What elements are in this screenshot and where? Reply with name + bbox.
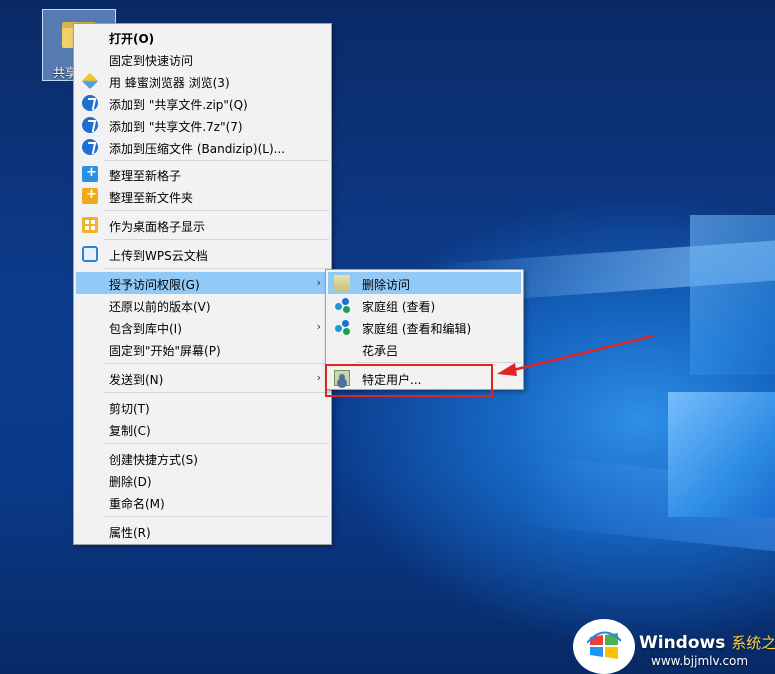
menu-item-label: 添加到压缩文件 (Bandizip)(L)... <box>109 142 286 156</box>
menu-item-label: 整理至新格子 <box>109 169 182 183</box>
watermark-title: Windows 系统之家 <box>639 632 775 653</box>
wps-cloud-icon <box>82 246 98 262</box>
menu-separator <box>104 210 329 211</box>
menu-separator <box>104 268 329 269</box>
menu-item-label: 固定到快速访问 <box>109 54 194 68</box>
menu-item-copy[interactable]: 复制(C) <box>76 418 329 440</box>
menu-item-add-7z[interactable]: 添加到 "共享文件.7z"(7) <box>76 114 329 136</box>
menu-item-label: 作为桌面格子显示 <box>109 220 206 234</box>
watermark-title-en: Windows <box>639 633 726 653</box>
menu-item-label: 打开(O) <box>109 32 155 46</box>
highlight-box <box>325 364 493 397</box>
submenu-item-homegroup-edit[interactable]: 家庭组 (查看和编辑) <box>328 316 521 338</box>
menu-item-delete[interactable]: 删除(D) <box>76 469 329 491</box>
menu-item-add-archive[interactable]: 添加到压缩文件 (Bandizip)(L)... <box>76 136 329 158</box>
watermark-bubble <box>573 619 635 674</box>
menu-separator <box>104 443 329 444</box>
submenu-item-homegroup-view[interactable]: 家庭组 (查看) <box>328 294 521 316</box>
menu-item-properties[interactable]: 属性(R) <box>76 520 329 542</box>
watermark: Windows 系统之家 www.bjjmlv.com <box>573 619 775 674</box>
homegroup-icon <box>334 297 350 313</box>
chevron-right-icon: › <box>316 320 321 333</box>
menu-item-label: 重命名(M) <box>109 497 165 511</box>
homegroup-icon <box>334 319 350 335</box>
menu-item-label: 添加到 "共享文件.zip"(Q) <box>109 98 248 112</box>
menu-item-label: 创建快捷方式(S) <box>109 453 198 467</box>
menu-item-rename[interactable]: 重命名(M) <box>76 491 329 513</box>
windows-logo-icon <box>587 631 621 659</box>
windows-logo-pane <box>690 215 775 375</box>
menu-item-label: 属性(R) <box>109 526 151 540</box>
menu-separator <box>104 239 329 240</box>
menu-item-label: 还原以前的版本(V) <box>109 300 211 314</box>
menu-item-label: 添加到 "共享文件.7z"(7) <box>109 120 243 134</box>
menu-item-pin-start[interactable]: 固定到"开始"屏幕(P) <box>76 338 329 360</box>
menu-item-label: 花承吕 <box>362 344 399 358</box>
submenu-item-user[interactable]: 花承吕 <box>328 338 521 360</box>
menu-item-pin-quick-access[interactable]: 固定到快速访问 <box>76 48 329 70</box>
bandizip-icon <box>82 117 98 133</box>
menu-item-label: 固定到"开始"屏幕(P) <box>109 344 221 358</box>
menu-item-honeyview[interactable]: 用 蜂蜜浏览器 浏览(3) <box>76 70 329 92</box>
menu-item-label: 包含到库中(I) <box>109 322 182 336</box>
menu-item-give-access[interactable]: 授予访问权限(G) › <box>76 272 329 294</box>
menu-item-label: 整理至新文件夹 <box>109 191 194 205</box>
menu-item-label: 删除访问 <box>362 278 411 292</box>
pointer-arrow <box>497 334 654 376</box>
submenu-item-remove-access[interactable]: 删除访问 <box>328 272 521 294</box>
add-box-blue-icon <box>82 165 98 182</box>
watermark-url: www.bjjmlv.com <box>651 654 749 668</box>
menu-separator <box>104 516 329 517</box>
menu-separator <box>104 392 329 393</box>
menu-separator <box>104 160 329 161</box>
menu-item-label: 剪切(T) <box>109 402 150 416</box>
menu-item-add-zip[interactable]: 添加到 "共享文件.zip"(Q) <box>76 92 329 114</box>
add-box-yellow-icon <box>82 187 98 204</box>
bandizip-icon <box>82 95 98 111</box>
menu-item-label: 授予访问权限(G) <box>109 278 200 292</box>
menu-item-new-folder[interactable]: 整理至新文件夹 <box>76 185 329 207</box>
menu-item-label: 家庭组 (查看和编辑) <box>362 322 472 336</box>
menu-item-label: 家庭组 (查看) <box>362 300 436 314</box>
honeyview-icon <box>81 72 99 90</box>
menu-item-label: 删除(D) <box>109 475 152 489</box>
context-menu: 打开(O) 固定到快速访问 用 蜂蜜浏览器 浏览(3) 添加到 "共享文件.zi… <box>73 23 332 545</box>
menu-item-label: 用 蜂蜜浏览器 浏览(3) <box>109 76 230 90</box>
menu-item-label: 上传到WPS云文档 <box>109 249 208 263</box>
windows-logo-pane <box>668 392 775 517</box>
menu-item-restore-versions[interactable]: 还原以前的版本(V) <box>76 294 329 316</box>
menu-item-include-library[interactable]: 包含到库中(I) › <box>76 316 329 338</box>
menu-item-wps-upload[interactable]: 上传到WPS云文档 <box>76 243 329 265</box>
menu-item-label: 发送到(N) <box>109 373 164 387</box>
menu-item-cut[interactable]: 剪切(T) <box>76 396 329 418</box>
menu-item-open[interactable]: 打开(O) <box>76 26 329 48</box>
menu-item-send-to[interactable]: 发送到(N) › <box>76 367 329 389</box>
watermark-title-cn: 系统之家 <box>731 634 775 652</box>
menu-separator <box>104 363 329 364</box>
chevron-right-icon: › <box>316 276 321 289</box>
menu-item-create-shortcut[interactable]: 创建快捷方式(S) <box>76 447 329 469</box>
bandizip-icon <box>82 139 98 155</box>
menu-item-desktop-grid[interactable]: 作为桌面格子显示 <box>76 214 329 236</box>
chevron-right-icon: › <box>316 371 321 384</box>
lock-icon <box>334 275 350 291</box>
menu-item-label: 复制(C) <box>109 424 151 438</box>
desktop-grid-icon <box>82 217 98 233</box>
menu-item-new-box[interactable]: 整理至新格子 <box>76 163 329 185</box>
